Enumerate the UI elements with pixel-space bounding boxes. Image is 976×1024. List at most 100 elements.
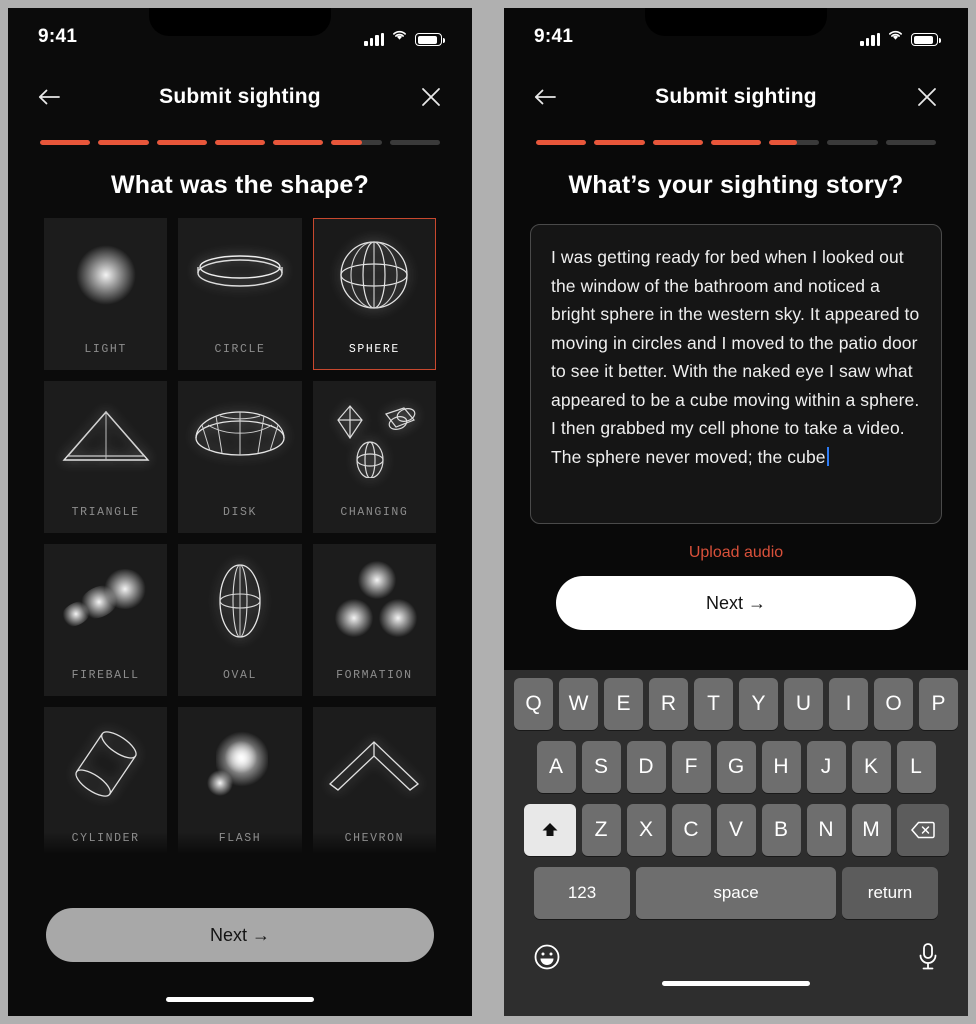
key-z[interactable]: Z [581, 804, 621, 856]
status-indicators [364, 28, 445, 46]
wireframe-sphere-icon [314, 219, 435, 331]
status-time: 9:41 [38, 26, 78, 47]
text-cursor [826, 446, 829, 466]
upload-audio-link[interactable]: Upload audio [530, 524, 942, 576]
next-button[interactable]: Next → [46, 908, 434, 962]
key-p[interactable]: P [919, 678, 958, 730]
emoji-smiley-icon[interactable] [533, 943, 561, 976]
nav-bar-left: Submit sighting [8, 66, 472, 128]
onscreen-keyboard: QWERTYUIOP ASDFGHJKL ZXCVBNM 123 space r… [504, 670, 968, 1016]
progress-segment [273, 140, 324, 145]
question-heading-left: What was the shape? [110, 171, 369, 199]
shape-card-label: CIRCLE [214, 343, 266, 356]
key-m[interactable]: M [851, 804, 891, 856]
key-r[interactable]: R [649, 678, 688, 730]
shape-card-cylinder[interactable]: CYLINDER [44, 707, 168, 858]
status-bar-right: 9:41 [504, 8, 968, 66]
key-a[interactable]: A [536, 741, 576, 793]
key-s[interactable]: S [581, 741, 621, 793]
key-l[interactable]: L [896, 741, 936, 793]
key-x[interactable]: X [626, 804, 666, 856]
numbers-key[interactable]: 123 [534, 867, 630, 919]
shape-card-flash[interactable]: FLASH [178, 707, 302, 858]
shape-card-fireball[interactable]: FIREBALL [44, 544, 168, 696]
key-j[interactable]: J [806, 741, 846, 793]
key-h[interactable]: H [761, 741, 801, 793]
shape-card-triangle[interactable]: TRIANGLE [44, 381, 168, 533]
shape-card-label: TRIANGLE [71, 506, 140, 519]
return-key[interactable]: return [842, 867, 938, 919]
cellular-bars-icon [364, 33, 384, 46]
home-indicator [166, 997, 314, 1002]
key-c[interactable]: C [671, 804, 711, 856]
next-button-row-left: Next → [8, 908, 472, 962]
shift-up-arrow-icon[interactable] [523, 804, 576, 856]
key-v[interactable]: V [716, 804, 756, 856]
shape-card-oval[interactable]: OVAL [178, 544, 302, 696]
microphone-icon[interactable] [917, 942, 939, 977]
shape-card-light[interactable]: LIGHT [44, 218, 168, 370]
shape-card-label: SPHERE [348, 343, 400, 356]
next-button[interactable]: Next → [556, 576, 916, 630]
wireframe-dome-icon [179, 382, 300, 494]
key-y[interactable]: Y [739, 678, 778, 730]
progress-segment [156, 140, 207, 145]
backspace-delete-icon[interactable] [896, 804, 949, 856]
progress-segment [214, 140, 266, 145]
story-area: I was getting ready for bed when I looke… [504, 218, 968, 630]
key-g[interactable]: G [716, 741, 756, 793]
progress-segment [594, 140, 645, 145]
arrow-left-icon[interactable] [34, 82, 64, 112]
key-q[interactable]: Q [514, 678, 553, 730]
progress-segment [769, 140, 820, 145]
key-b[interactable]: B [761, 804, 801, 856]
key-u[interactable]: U [784, 678, 823, 730]
shape-grid-scroll[interactable]: LIGHT CIRCLE SPHERE TRIANGLE DISK CHANGING FI… [8, 218, 472, 858]
shape-card-label: FLASH [218, 832, 262, 845]
space-key[interactable]: space [636, 867, 836, 919]
keyboard-bottom-row [507, 930, 965, 984]
progress-segment [885, 140, 936, 145]
glowing-orb-icon [45, 219, 166, 331]
status-indicators [860, 28, 941, 46]
story-textarea[interactable]: I was getting ready for bed when I looke… [530, 224, 942, 524]
key-t[interactable]: T [694, 678, 733, 730]
shape-card-disk[interactable]: DISK [178, 381, 302, 533]
shape-card-label: CHANGING [340, 506, 409, 519]
shape-card-label: LIGHT [84, 343, 127, 356]
phone-screen-story-input: 9:41 Submit sighting What’s your sightin… [504, 8, 968, 1016]
progress-segment [331, 140, 382, 145]
close-x-icon[interactable] [416, 82, 446, 112]
dual-phone-mockup: 9:41 Submit sighting What was the shape?… [0, 0, 976, 1024]
shape-card-circle[interactable]: CIRCLE [178, 218, 302, 370]
key-f[interactable]: F [671, 741, 711, 793]
shape-card-formation[interactable]: FORMATION [312, 544, 436, 696]
status-time: 9:41 [534, 26, 574, 47]
keyboard-row-1: QWERTYUIOP [507, 678, 965, 730]
wireframe-oval-icon [179, 545, 300, 657]
shape-card-changing[interactable]: CHANGING [312, 381, 436, 533]
progress-segment [827, 140, 878, 145]
wifi-icon [391, 28, 408, 46]
key-k[interactable]: K [851, 741, 891, 793]
keyboard-row-4: 123 space return [507, 867, 965, 919]
shape-card-sphere[interactable]: SPHERE [312, 218, 436, 370]
progress-segment [652, 140, 703, 145]
key-e[interactable]: E [604, 678, 643, 730]
shape-card-label: FORMATION [336, 669, 413, 682]
arrow-left-icon[interactable] [530, 82, 560, 112]
battery-icon [911, 33, 941, 46]
close-x-icon[interactable] [912, 82, 942, 112]
progress-bar-left [8, 128, 472, 145]
key-i[interactable]: I [829, 678, 868, 730]
key-d[interactable]: D [626, 741, 666, 793]
three-orbs-icon [314, 545, 435, 657]
notch [149, 8, 331, 36]
wireframe-triangle-icon [45, 382, 166, 494]
key-w[interactable]: W [559, 678, 598, 730]
flash-blur-icon [179, 708, 300, 820]
key-n[interactable]: N [806, 804, 846, 856]
wifi-icon [887, 28, 904, 46]
shape-card-chevron[interactable]: CHEVRON [312, 707, 436, 858]
key-o[interactable]: O [874, 678, 913, 730]
